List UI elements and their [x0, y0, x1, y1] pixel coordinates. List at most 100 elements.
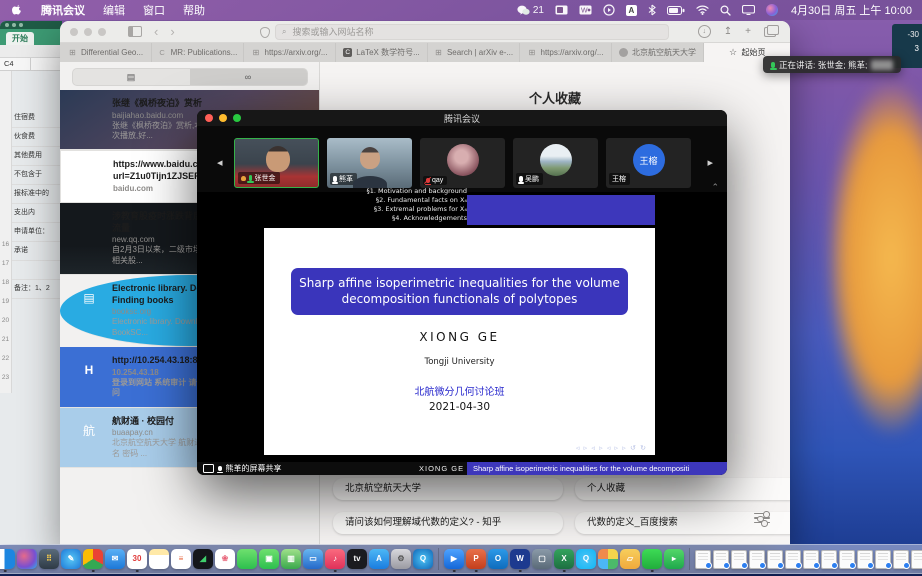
- finder-icon[interactable]: [0, 549, 15, 569]
- 熊革[interactable]: 熊革: [327, 138, 412, 188]
- address-bar[interactable]: ⌕: [275, 24, 669, 40]
- maps-icon[interactable]: [598, 549, 618, 569]
- wifi-icon[interactable]: [696, 5, 709, 15]
- favorite-pill[interactable]: 北京航空航天大学: [333, 478, 563, 500]
- scroll-right-icon[interactable]: ▸: [707, 156, 713, 169]
- facetime-icon[interactable]: ▣: [259, 549, 279, 569]
- minimized-window[interactable]: [875, 550, 891, 569]
- quicktime-icon[interactable]: Q: [413, 549, 433, 569]
- appstore-icon[interactable]: A: [369, 549, 389, 569]
- settings-icon[interactable]: ⚙: [391, 549, 411, 569]
- minimized-window[interactable]: [731, 550, 747, 569]
- wps-cell[interactable]: 支出内: [12, 204, 62, 223]
- bookmarks-segment[interactable]: ▤: [73, 69, 190, 85]
- wps-icon[interactable]: W: [510, 549, 530, 569]
- wps-cell[interactable]: 其他费用: [12, 147, 62, 166]
- keynote-icon[interactable]: ▭: [303, 549, 323, 569]
- qay[interactable]: qay: [420, 138, 505, 188]
- sidebar-segmented-control[interactable]: ▤ ∞: [72, 68, 308, 86]
- menu-bar-clock[interactable]: 4月30日 周五 上午 10:00: [791, 2, 912, 18]
- tv-icon[interactable]: tv: [347, 549, 367, 569]
- browser-tab[interactable]: https://arxiv.org/...: [244, 43, 336, 62]
- favorite-pill[interactable]: 个人收藏: [575, 478, 790, 500]
- minimized-window[interactable]: [893, 550, 909, 569]
- chrome-icon[interactable]: [83, 549, 103, 569]
- tencent-meeting-icon[interactable]: ▶: [444, 549, 464, 569]
- wps-spreadsheet-window[interactable]: 开始 C4 1617181920212223 住宿费伙食费其他费用不包含于报标准…: [0, 21, 62, 545]
- forward-icon[interactable]: ›: [170, 24, 174, 39]
- new-tab-icon[interactable]: +: [745, 26, 751, 37]
- 王榕[interactable]: 王榕 王榕: [606, 138, 691, 188]
- input-a-icon[interactable]: A: [626, 5, 637, 16]
- apple-logo[interactable]: [12, 4, 23, 17]
- minimized-window[interactable]: [767, 550, 783, 569]
- keyboard-icon[interactable]: [555, 5, 568, 15]
- wechat-icon[interactable]: [642, 549, 662, 569]
- numbers-icon[interactable]: ▥: [281, 549, 301, 569]
- qq-browser-icon[interactable]: Q: [576, 549, 596, 569]
- tab-overview-icon[interactable]: [764, 27, 776, 37]
- search-input[interactable]: [290, 26, 662, 38]
- minimized-window[interactable]: [695, 550, 711, 569]
- sidebar-toggle-icon[interactable]: [128, 26, 142, 37]
- play-circle-icon[interactable]: [603, 4, 615, 16]
- browser-tab[interactable]: MR: Publications...: [152, 43, 244, 62]
- outlook-icon[interactable]: O: [488, 549, 508, 569]
- search-icon[interactable]: [720, 5, 731, 16]
- stocks-icon[interactable]: ◢: [193, 549, 213, 569]
- wechat-icon[interactable]: 21: [517, 5, 544, 16]
- compose-icon[interactable]: ✎: [61, 549, 81, 569]
- launchpad-icon[interactable]: ⠿: [39, 549, 59, 569]
- display-icon[interactable]: [742, 5, 755, 15]
- minimized-window[interactable]: [821, 550, 837, 569]
- browser-tab[interactable]: Differential Geo...: [60, 43, 152, 62]
- menu-item[interactable]: 腾讯会议: [41, 2, 85, 18]
- notes-icon[interactable]: [149, 549, 169, 569]
- wework-icon[interactable]: W: [579, 5, 592, 15]
- screen-share-status[interactable]: 熊革的屏幕共享: [197, 463, 282, 474]
- divider[interactable]: [438, 548, 439, 570]
- wps-cell[interactable]: 备注：1、2: [12, 280, 62, 299]
- menu-item[interactable]: 帮助: [183, 2, 205, 18]
- mail-icon[interactable]: ✉: [105, 549, 125, 569]
- remote-desktop-icon[interactable]: ▢: [532, 549, 552, 569]
- window-controls[interactable]: [60, 28, 106, 36]
- privacy-shield-icon[interactable]: [260, 27, 270, 38]
- scroll-left-icon[interactable]: ◂: [217, 156, 223, 169]
- speaking-indicator-toast[interactable]: 正在讲话: 张世金; 熊革;: [763, 56, 901, 73]
- tencent-meeting-window[interactable]: 腾讯会议 ◂ 张世金: [197, 110, 727, 475]
- browser-tab[interactable]: 北京航空航天大学: [612, 43, 704, 62]
- minimized-window[interactable]: [749, 550, 765, 569]
- minimized-window[interactable]: [911, 550, 922, 569]
- downloads-icon[interactable]: ↓: [698, 25, 711, 38]
- minimized-window[interactable]: [713, 550, 729, 569]
- favorite-pill[interactable]: 请问该如何理解域代数的定义? - 知乎: [333, 512, 563, 534]
- wps-cell[interactable]: [12, 261, 62, 280]
- wps-cell[interactable]: 申请单位：: [12, 223, 62, 242]
- folder-icon[interactable]: ▱: [620, 549, 640, 569]
- reminders-icon[interactable]: ≡: [171, 549, 191, 569]
- wps-tab-start[interactable]: 开始: [6, 32, 34, 45]
- bluetooth-icon[interactable]: [648, 4, 656, 16]
- browser-tab[interactable]: https://arxiv.org/...: [520, 43, 612, 62]
- back-icon[interactable]: ‹: [154, 24, 158, 39]
- browser-tab[interactable]: LaTeX 数学符号...: [336, 43, 428, 62]
- minimized-window[interactable]: [785, 550, 801, 569]
- excel-icon[interactable]: X: [554, 549, 574, 569]
- wps-cell[interactable]: 住宿费: [12, 109, 62, 128]
- menu-item[interactable]: 窗口: [143, 2, 165, 18]
- wps-cell[interactable]: 承诺: [12, 242, 62, 261]
- siri-icon[interactable]: [766, 4, 778, 16]
- menu-item[interactable]: 编辑: [103, 2, 125, 18]
- share-icon[interactable]: ↥: [724, 26, 732, 37]
- calendar-icon[interactable]: 30: [127, 549, 147, 569]
- reading-list-segment[interactable]: ∞: [190, 69, 307, 85]
- wps-cell-ref[interactable]: C4: [0, 58, 31, 70]
- beamer-nav-icons[interactable]: ◃ ▹ ◃ ▹ ◃ ▹ ▹ ↺ ↻: [576, 444, 647, 452]
- siri-icon[interactable]: [17, 549, 37, 569]
- wps-cell[interactable]: 伙食费: [12, 128, 62, 147]
- divider[interactable]: [689, 548, 690, 570]
- customize-page-icon[interactable]: [754, 513, 770, 525]
- messages-icon[interactable]: [237, 549, 257, 569]
- 张世金[interactable]: 张世金: [234, 138, 319, 188]
